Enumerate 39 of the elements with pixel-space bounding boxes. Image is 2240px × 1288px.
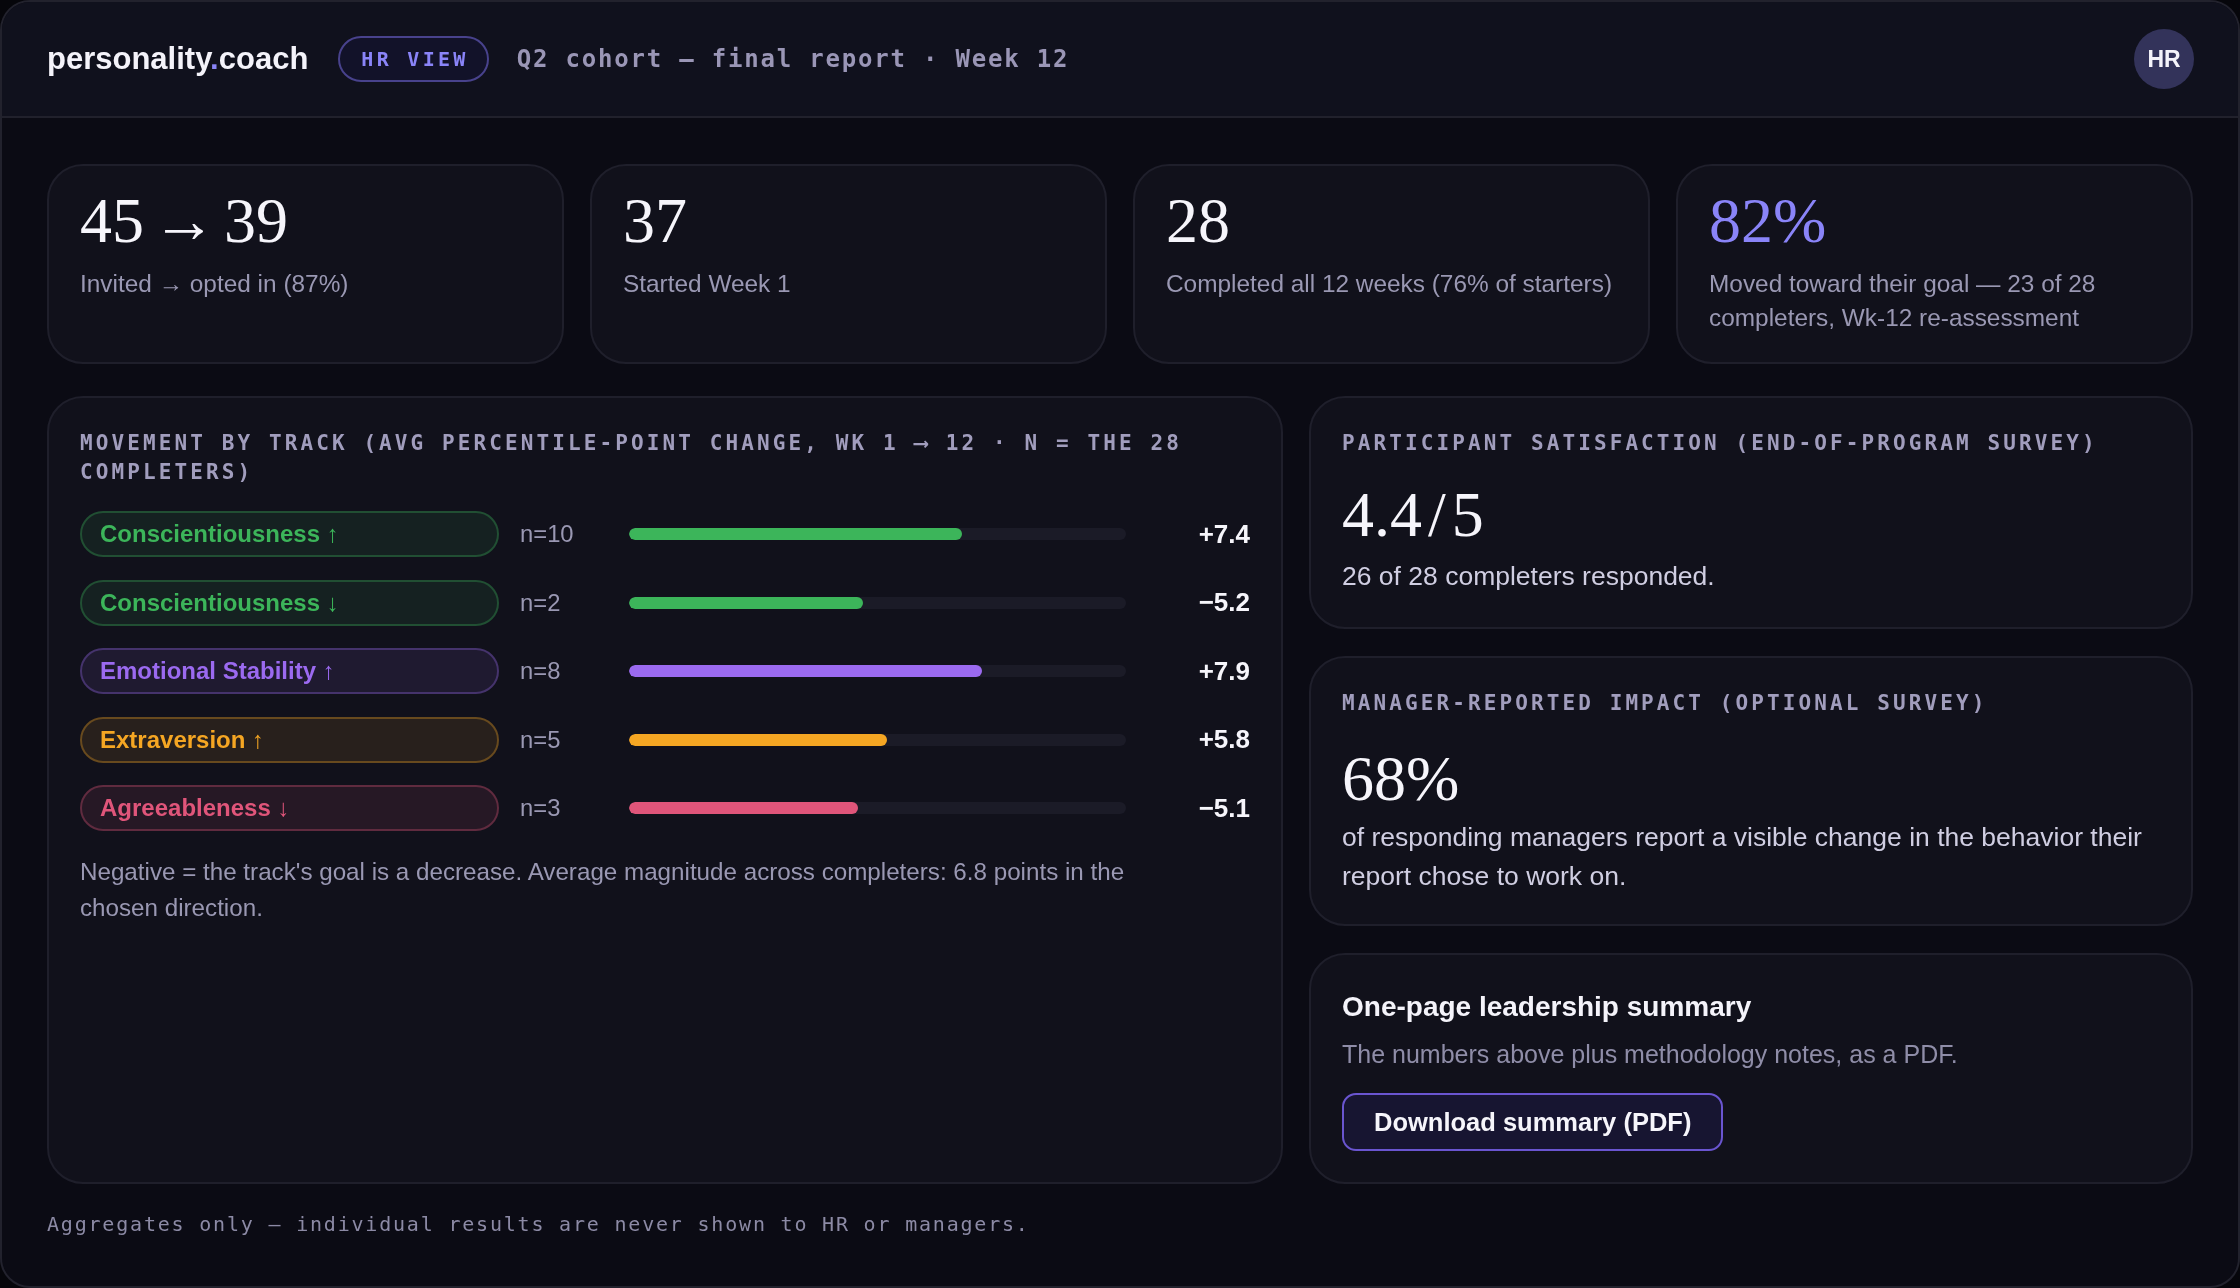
summary-title: One-page leadership summary xyxy=(1342,990,1753,1024)
stat-label: Invited → opted in (87%) xyxy=(80,269,350,299)
sample-size: n=8 xyxy=(519,657,562,686)
stat-value: 45 → 39 xyxy=(80,191,289,251)
stat-value: 37 xyxy=(623,191,688,251)
footnote-text: Negative = the track's goal is a decrease. Average magnitude across completers: 6.8 points in the chosen direction. xyxy=(80,857,1126,924)
view-badge: HR VIEW xyxy=(338,36,489,82)
track-tag: Extraversion ↑ xyxy=(80,716,499,763)
logo-text: personality.coach xyxy=(47,41,309,77)
caption-text: 26 of 28 completers responded. xyxy=(1342,560,1716,593)
panel-title: PARTICIPANT SATISFACTION (END-OF-PROGRAM SURVEY) xyxy=(1342,430,2099,457)
stat-label: Completed all 12 weeks (76% of starters) xyxy=(1166,269,1613,299)
change-value: +7.9 xyxy=(1198,655,1250,687)
sample-size: n=5 xyxy=(519,725,562,754)
download-button[interactable]: Download summary (PDF) xyxy=(1342,1093,1724,1151)
track-tag: Emotional Stability ↑ xyxy=(80,648,499,695)
track-tag: Conscientiousness ↓ xyxy=(80,579,499,626)
panel-title: MOVEMENT BY TRACK (AVG PERCENTILE-POINT CHANGE, WK 1 ⟶ 12 · N = THE 28 COMPLETERS) xyxy=(80,430,1183,486)
report-title: Q2 cohort — final report · Week 12 xyxy=(516,45,1070,73)
change-value: +5.8 xyxy=(1198,724,1250,756)
track-tag: Conscientiousness ↑ xyxy=(80,511,499,557)
change-value: −5.2 xyxy=(1198,587,1250,619)
percent-value: 68% xyxy=(1342,749,1461,809)
privacy-note: Aggregates only — individual results are never shown to HR or managers. xyxy=(47,1211,1031,1238)
caption-text: of responding managers report a visible change in the behavior their report chose to work on. xyxy=(1342,821,2143,893)
stat-label: Moved toward their goal — 23 of 28 completers, Wk-12 re-assessment xyxy=(1709,269,2097,333)
stat-label: Started Week 1 xyxy=(623,269,792,299)
sample-size: n=10 xyxy=(519,520,575,548)
stat-value: 82% xyxy=(1709,191,1828,251)
summary-description: The numbers above plus methodology notes, as a PDF. xyxy=(1342,1039,1959,1070)
track-tag: Agreeableness ↓ xyxy=(80,785,499,832)
score-value: 4.4 / 5 xyxy=(1342,485,1485,545)
panel-title: MANAGER-REPORTED IMPACT (OPTIONAL SURVEY) xyxy=(1342,690,1989,717)
sample-size: n=3 xyxy=(519,794,562,823)
change-value: −5.1 xyxy=(1198,792,1250,824)
change-value: +7.4 xyxy=(1198,518,1250,550)
avatar[interactable]: HR xyxy=(2134,29,2194,89)
sample-size: n=2 xyxy=(519,588,562,617)
stat-value: 28 xyxy=(1166,191,1231,251)
